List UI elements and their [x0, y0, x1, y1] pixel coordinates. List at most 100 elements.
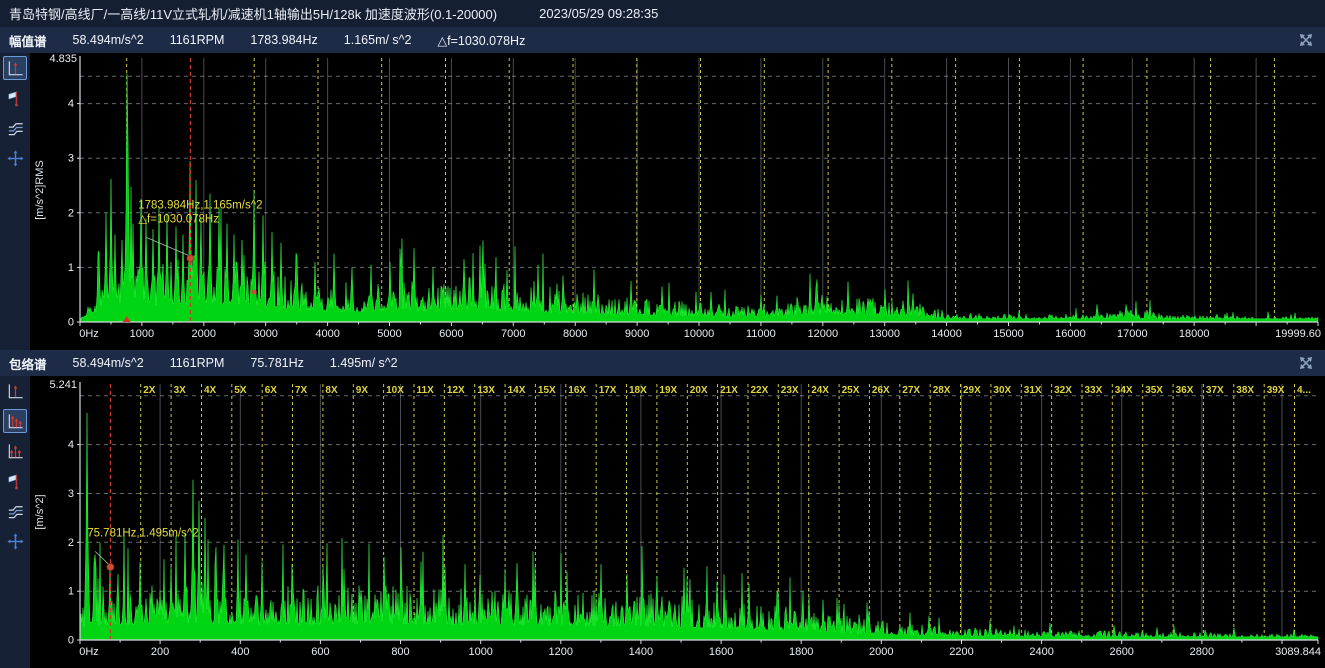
svg-text:1400: 1400	[629, 646, 653, 658]
svg-text:30X: 30X	[993, 385, 1011, 396]
timestamp: 2023/05/29 09:28:35	[539, 6, 658, 21]
amplitude-spectrum-chart[interactable]: 0Hz1000200030004000500060007000800090001…	[30, 53, 1325, 350]
svg-text:11X: 11X	[417, 385, 435, 396]
svg-text:2000: 2000	[869, 646, 893, 658]
expand-icon[interactable]	[1297, 31, 1315, 49]
svg-text:1783.984Hz,1.165m/s^2: 1783.984Hz,1.165m/s^2	[138, 199, 262, 211]
svg-text:1000: 1000	[468, 646, 492, 658]
svg-text:24X: 24X	[811, 385, 829, 396]
svg-text:2: 2	[68, 537, 74, 549]
svg-text:0: 0	[68, 635, 74, 647]
svg-text:33X: 33X	[1085, 385, 1103, 396]
svg-text:600: 600	[311, 646, 329, 658]
svg-text:14X: 14X	[508, 385, 526, 396]
measurement-path: 青岛特钢/高线厂/一高线/11V立式轧机/减速机1轴输出5H/128k 加速度波…	[9, 4, 497, 23]
svg-text:1000: 1000	[130, 328, 154, 340]
envelope-spectrum-chart[interactable]: 2X3X4X5X6X7X8X9X10X11X12X13X14X15X16X17X…	[30, 376, 1325, 668]
amplitude-chart-toolbar	[0, 53, 30, 350]
stat-value: 1161RPM	[170, 356, 225, 370]
svg-text:3X: 3X	[174, 385, 187, 396]
waterfall-icon[interactable]	[3, 116, 27, 140]
svg-text:8000: 8000	[563, 328, 587, 340]
amplitude-panel-title: 幅值谱	[9, 31, 47, 50]
svg-text:2000: 2000	[192, 328, 216, 340]
svg-text:400: 400	[231, 646, 249, 658]
svg-text:16000: 16000	[1055, 328, 1086, 340]
svg-text:0: 0	[68, 317, 74, 329]
expand-icon[interactable]	[1297, 354, 1315, 372]
svg-text:1600: 1600	[709, 646, 733, 658]
amplitude-panel-body: 0Hz1000200030004000500060007000800090001…	[0, 53, 1325, 350]
svg-text:7000: 7000	[501, 328, 525, 340]
svg-text:13X: 13X	[477, 385, 495, 396]
harmonics-cursor-icon[interactable]	[3, 409, 27, 433]
svg-text:17X: 17X	[599, 385, 617, 396]
svg-text:20X: 20X	[690, 385, 708, 396]
vibration-analysis-app: 青岛特钢/高线厂/一高线/11V立式轧机/减速机1轴输出5H/128k 加速度波…	[0, 0, 1325, 668]
svg-text:37X: 37X	[1206, 385, 1224, 396]
svg-text:2X: 2X	[143, 385, 156, 396]
svg-text:36X: 36X	[1176, 385, 1194, 396]
svg-text:16X: 16X	[568, 385, 586, 396]
stat-value: 1.495m/ s^2	[330, 356, 398, 370]
amplitude-panel-header: 幅值谱 58.494m/s^21161RPM1783.984Hz1.165m/ …	[0, 27, 1325, 53]
svg-text:4.835: 4.835	[49, 53, 77, 65]
cursor-icon[interactable]	[3, 56, 27, 80]
flag-icon[interactable]	[3, 86, 27, 110]
sidebands-cursor-icon[interactable]	[3, 439, 27, 463]
svg-text:2800: 2800	[1190, 646, 1214, 658]
svg-text:22X: 22X	[751, 385, 769, 396]
svg-text:4X: 4X	[204, 385, 217, 396]
svg-text:26X: 26X	[872, 385, 890, 396]
svg-text:1800: 1800	[789, 646, 813, 658]
svg-text:3089.844: 3089.844	[1275, 646, 1321, 658]
svg-text:2200: 2200	[949, 646, 973, 658]
svg-text:200: 200	[151, 646, 169, 658]
svg-text:2: 2	[68, 207, 74, 219]
flag-icon[interactable]	[3, 469, 27, 493]
svg-text:15000: 15000	[993, 328, 1024, 340]
svg-text:4: 4	[68, 439, 74, 451]
stat-value: 1161RPM	[170, 33, 225, 48]
svg-text:28X: 28X	[933, 385, 951, 396]
svg-text:5X: 5X	[234, 385, 247, 396]
svg-text:17000: 17000	[1117, 328, 1148, 340]
svg-text:34X: 34X	[1115, 385, 1133, 396]
svg-text:7X: 7X	[295, 385, 308, 396]
svg-text:6000: 6000	[439, 328, 463, 340]
svg-text:4000: 4000	[315, 328, 339, 340]
stat-value: 1.165m/ s^2	[344, 33, 412, 48]
cursor-icon[interactable]	[3, 379, 27, 403]
svg-text:9000: 9000	[625, 328, 649, 340]
svg-text:6X: 6X	[265, 385, 278, 396]
svg-text:38X: 38X	[1236, 385, 1254, 396]
svg-text:15X: 15X	[538, 385, 556, 396]
svg-text:2400: 2400	[1029, 646, 1053, 658]
svg-text:2600: 2600	[1109, 646, 1133, 658]
svg-text:27X: 27X	[902, 385, 920, 396]
stat-value: △f=1030.078Hz	[438, 33, 526, 48]
svg-text:5.241: 5.241	[49, 379, 77, 391]
svg-text:[m/s^2]: [m/s^2]	[34, 494, 46, 529]
svg-text:4: 4	[68, 98, 74, 110]
svg-text:8X: 8X	[325, 385, 338, 396]
svg-text:9X: 9X	[356, 385, 369, 396]
svg-text:32X: 32X	[1054, 385, 1072, 396]
svg-text:25X: 25X	[842, 385, 860, 396]
svg-text:23X: 23X	[781, 385, 799, 396]
waterfall-icon[interactable]	[3, 499, 27, 523]
svg-text:19999.60: 19999.60	[1275, 328, 1321, 340]
svg-text:3: 3	[68, 153, 74, 165]
pan-icon[interactable]	[3, 529, 27, 553]
svg-text:800: 800	[391, 646, 409, 658]
envelope-chart-toolbar	[0, 376, 30, 668]
pan-icon[interactable]	[3, 146, 27, 170]
panel-amplitude-spectrum: 幅值谱 58.494m/s^21161RPM1783.984Hz1.165m/ …	[0, 27, 1325, 350]
svg-text:1200: 1200	[549, 646, 573, 658]
svg-text:△f=1030.078Hz: △f=1030.078Hz	[138, 213, 219, 225]
svg-text:10X: 10X	[386, 385, 404, 396]
svg-text:0Hz: 0Hz	[79, 328, 99, 340]
stat-value: 58.494m/s^2	[73, 33, 144, 48]
envelope-panel-body: 2X3X4X5X6X7X8X9X10X11X12X13X14X15X16X17X…	[0, 376, 1325, 668]
svg-text:18000: 18000	[1179, 328, 1210, 340]
